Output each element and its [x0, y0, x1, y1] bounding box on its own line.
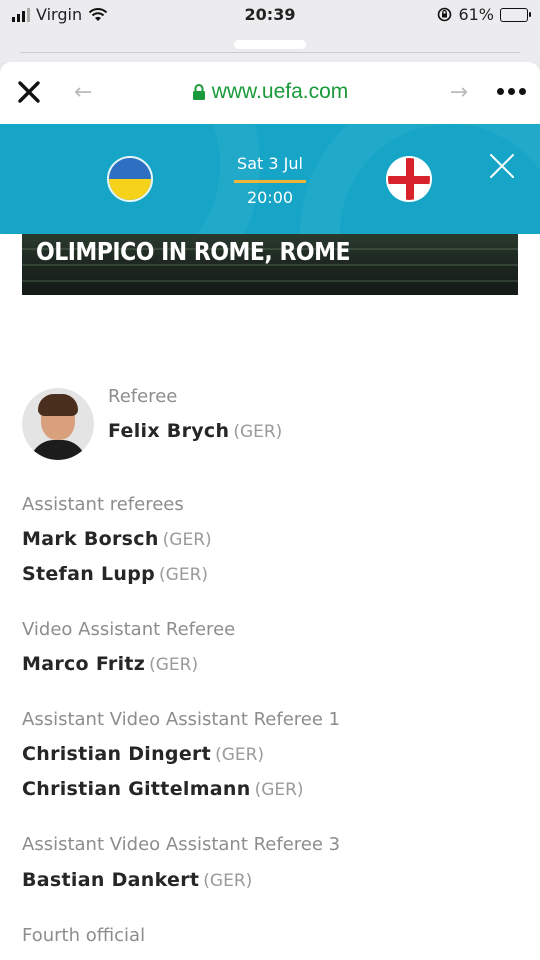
- official-entry[interactable]: Christian Gittelmann (GER): [22, 778, 304, 800]
- more-icon[interactable]: [497, 88, 526, 95]
- official-country: (GER): [254, 780, 304, 800]
- official-name: Mark Borsch: [22, 528, 159, 550]
- browser-sheet: ← www.uefa.com → Sat 3 Jul 20:00 OLIMPIC…: [0, 62, 540, 960]
- lock-icon: [192, 84, 205, 100]
- match-banner: Sat 3 Jul 20:00: [0, 124, 540, 234]
- official-country: (GER): [162, 530, 212, 550]
- official-country: (GER): [233, 422, 283, 442]
- england-flag-icon[interactable]: [386, 156, 432, 202]
- forward-arrow-icon[interactable]: →: [450, 80, 468, 105]
- stadium-title: OLIMPICO IN ROME, ROME: [36, 238, 351, 267]
- date-underline: [234, 180, 306, 183]
- official-name: Marco Fritz: [22, 653, 146, 675]
- url-text: www.uefa.com: [211, 80, 349, 103]
- official-country: (GER): [215, 745, 265, 765]
- battery-percent: 61%: [458, 5, 494, 24]
- browser-toolbar: ← www.uefa.com →: [0, 62, 540, 124]
- referee-avatar: [22, 388, 94, 460]
- official-name: Bastian Dankert: [22, 869, 200, 891]
- fourth-official-role: Fourth official: [22, 925, 146, 946]
- orientation-lock-icon: [438, 7, 452, 22]
- background-divider: [20, 52, 520, 53]
- match-date: Sat 3 Jul: [237, 154, 303, 173]
- official-name: Stefan Lupp: [22, 563, 156, 585]
- official-country: (GER): [159, 565, 209, 585]
- assistant-referees-role: Assistant referees: [22, 494, 184, 515]
- stadium-image: OLIMPICO IN ROME, ROME: [22, 234, 518, 295]
- official-entry[interactable]: Marco Fritz (GER): [22, 653, 198, 675]
- official-entry[interactable]: Bastian Dankert (GER): [22, 869, 252, 891]
- status-bar: Virgin 20:39 61%: [0, 0, 540, 32]
- battery-icon: [500, 7, 531, 22]
- official-name: Christian Dingert: [22, 743, 212, 765]
- official-entry[interactable]: Stefan Lupp (GER): [22, 563, 208, 585]
- status-right: 61%: [437, 5, 531, 24]
- banner-close-icon[interactable]: [488, 152, 516, 180]
- official-country: (GER): [149, 655, 199, 675]
- match-time: 20:00: [246, 188, 294, 207]
- official-entry[interactable]: Mark Borsch (GER): [22, 528, 212, 550]
- referee-role: Referee: [108, 386, 178, 407]
- avar1-role: Assistant Video Assistant Referee 1: [22, 709, 341, 730]
- avar3-role: Assistant Video Assistant Referee 3: [22, 834, 341, 855]
- official-name: Christian Gittelmann: [22, 778, 251, 800]
- var-role: Video Assistant Referee: [22, 619, 236, 640]
- sheet-grab-handle[interactable]: [234, 40, 306, 49]
- official-country: (GER): [203, 871, 253, 891]
- referee-entry[interactable]: Felix Brych (GER): [108, 420, 282, 442]
- official-entry[interactable]: Christian Dingert (GER): [22, 743, 264, 765]
- official-name: Felix Brych: [108, 420, 230, 442]
